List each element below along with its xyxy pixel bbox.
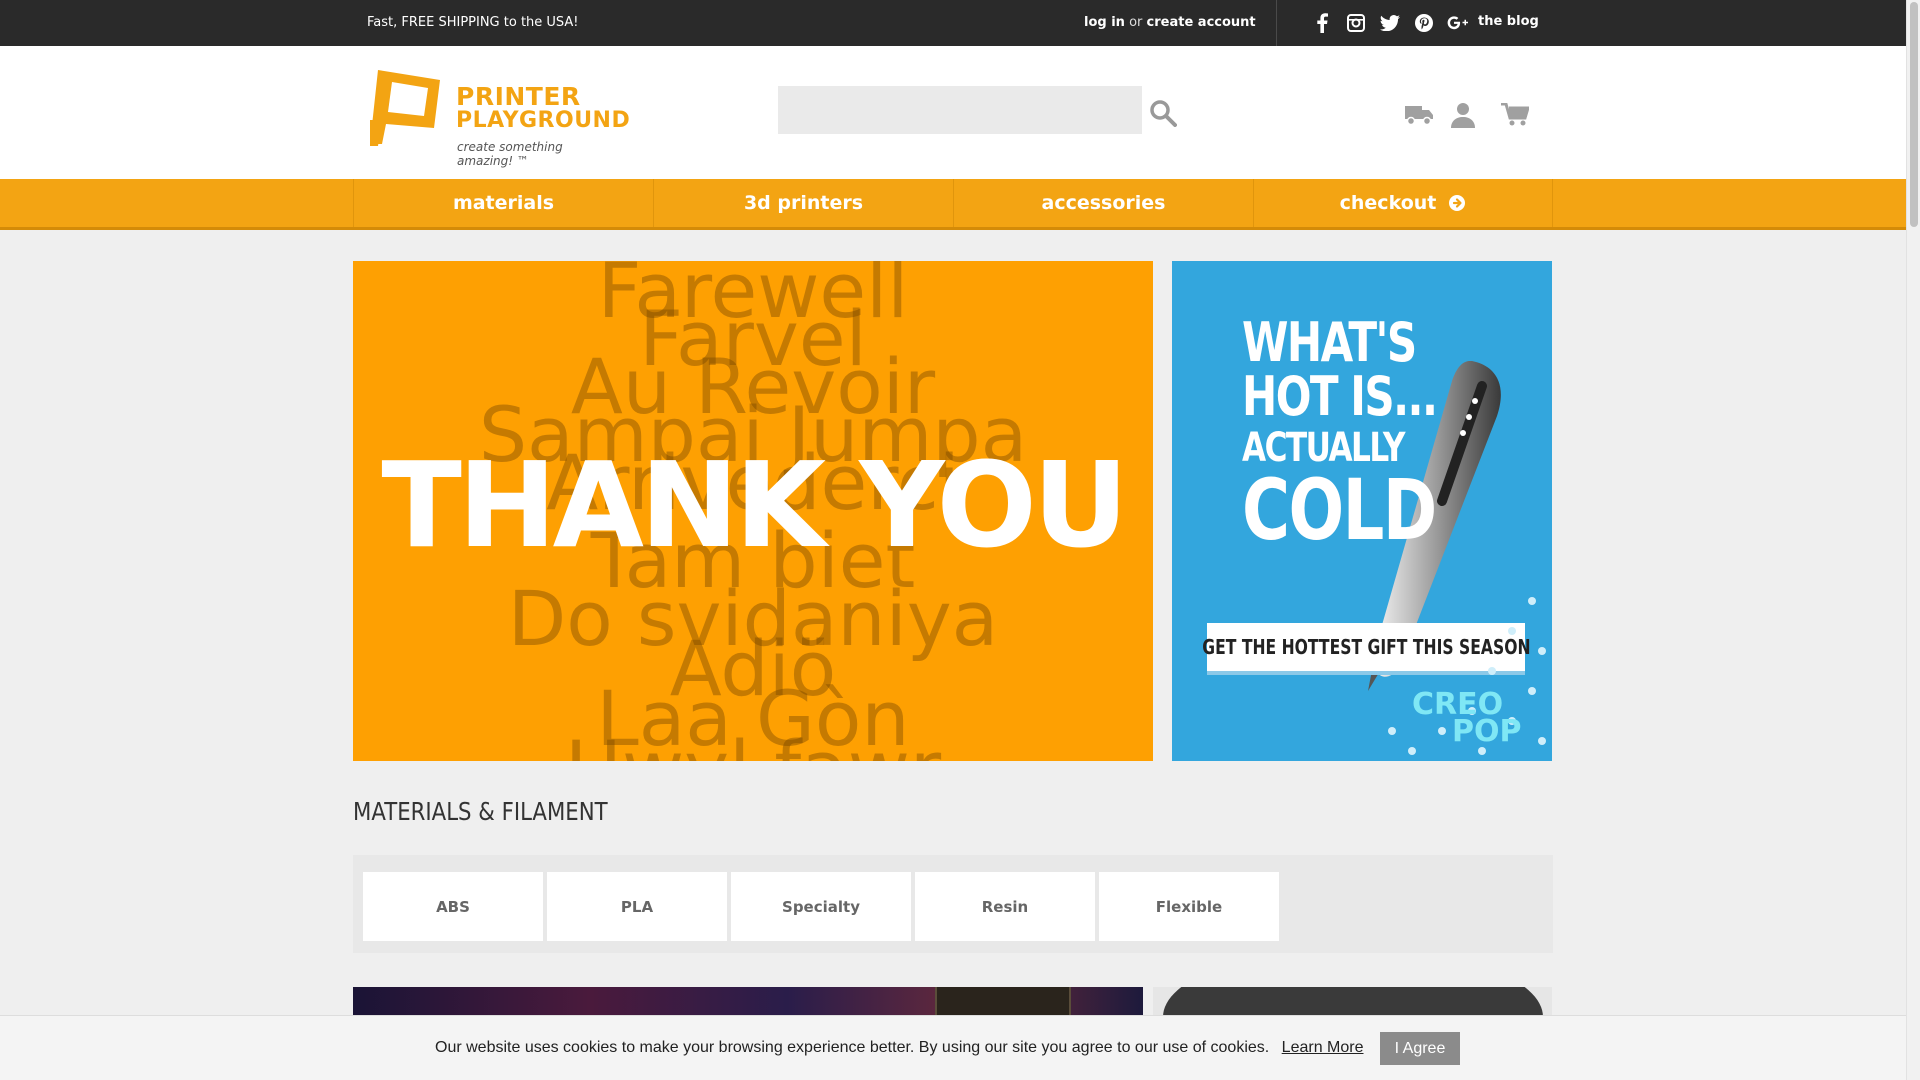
logo-tagline: create something amazing! ™ [457, 140, 563, 168]
promo-line-1: WHAT'S [1242, 311, 1417, 374]
cookie-banner: Our website uses cookies to make your br… [0, 1015, 1906, 1080]
hero-word: Hwyl fawr [353, 731, 1153, 762]
account-links: log in or create account [1084, 15, 1256, 30]
or-text: or [1129, 15, 1143, 30]
cart-icon[interactable] [1501, 102, 1531, 132]
category-label: Specialty [782, 897, 860, 916]
top-bar: Fast, FREE SHIPPING to the USA! log in o… [0, 0, 1906, 46]
category-abs[interactable]: ABS [363, 872, 543, 941]
learn-more-link[interactable]: Learn More [1282, 1039, 1364, 1056]
category-pla[interactable]: PLA [547, 872, 727, 941]
facebook-icon[interactable] [1310, 11, 1334, 35]
category-label: Flexible [1155, 897, 1223, 916]
search-icon[interactable] [1148, 98, 1178, 128]
scrollbar-thumb[interactable] [1910, 2, 1918, 227]
social-links [1310, 11, 1470, 35]
site-header: PRINTER PLAYGROUND create something amaz… [0, 46, 1906, 179]
nav-3d-printers[interactable]: 3d printers [653, 179, 953, 227]
section-title: MATERIALS & FILAMENT [353, 797, 608, 826]
site-logo[interactable]: PRINTER PLAYGROUND create something amaz… [370, 68, 630, 168]
cookie-message: Our website uses cookies to make your br… [435, 1039, 1364, 1057]
nav-accessories[interactable]: accessories [953, 179, 1253, 227]
arrow-circle-right-icon [1448, 194, 1466, 212]
category-flexible[interactable]: Flexible [1099, 872, 1279, 941]
category-specialty[interactable]: Specialty [731, 872, 911, 941]
nav-materials-label: materials [452, 192, 555, 214]
header-icons [1405, 102, 1531, 133]
nav-materials[interactable]: materials [353, 179, 653, 227]
promo-line-2: HOT IS... [1242, 365, 1438, 428]
user-icon[interactable] [1451, 102, 1475, 133]
search-input[interactable] [778, 86, 1142, 134]
page-scrollbar[interactable] [1906, 0, 1920, 1080]
nav-accessories-label: accessories [1041, 192, 1166, 214]
category-resin[interactable]: Resin [915, 872, 1095, 941]
blog-link[interactable]: the blog [1478, 14, 1539, 29]
shipping-notice: Fast, FREE SHIPPING to the USA! [367, 15, 579, 30]
main-nav: materials 3d printers accessories checko… [0, 179, 1906, 230]
promo-banner[interactable]: WHAT'S HOT IS... ACTUALLY COLD GET THE H… [1172, 261, 1552, 761]
category-list: ABS PLA Specialty Resin Flexible [353, 855, 1553, 953]
cookie-text: Our website uses cookies to make your br… [435, 1039, 1270, 1056]
agree-button[interactable]: I Agree [1380, 1032, 1460, 1065]
logo-text-playground: PLAYGROUND [456, 108, 631, 133]
twitter-icon[interactable] [1378, 11, 1402, 35]
topbar-divider [1276, 0, 1277, 46]
truck-icon[interactable] [1405, 104, 1433, 131]
brand-line-2: POP [1452, 714, 1522, 749]
nav-3d-printers-label: 3d printers [743, 192, 864, 214]
hero-banner[interactable]: Farewell Farvel Au Revoir Sampai Jumpa A… [353, 261, 1153, 761]
creopop-logo: CREO POP [1412, 690, 1522, 749]
promo-line-4: COLD [1242, 461, 1437, 559]
nav-checkout[interactable]: checkout [1253, 179, 1553, 227]
instagram-icon[interactable] [1344, 11, 1368, 35]
promo-headline: WHAT'S HOT IS... ACTUALLY COLD [1242, 311, 1491, 559]
category-label: ABS [436, 897, 470, 916]
category-label: Resin [981, 897, 1029, 916]
hero-headline: THANK YOU [381, 436, 1128, 574]
pinterest-icon[interactable] [1412, 11, 1436, 35]
create-account-link[interactable]: create account [1147, 15, 1256, 30]
login-link[interactable]: log in [1084, 15, 1125, 30]
category-label: PLA [620, 897, 654, 916]
logo-text-printer: PRINTER [456, 82, 581, 111]
google-plus-icon[interactable] [1446, 11, 1470, 35]
nav-checkout-label: checkout [1339, 192, 1437, 214]
